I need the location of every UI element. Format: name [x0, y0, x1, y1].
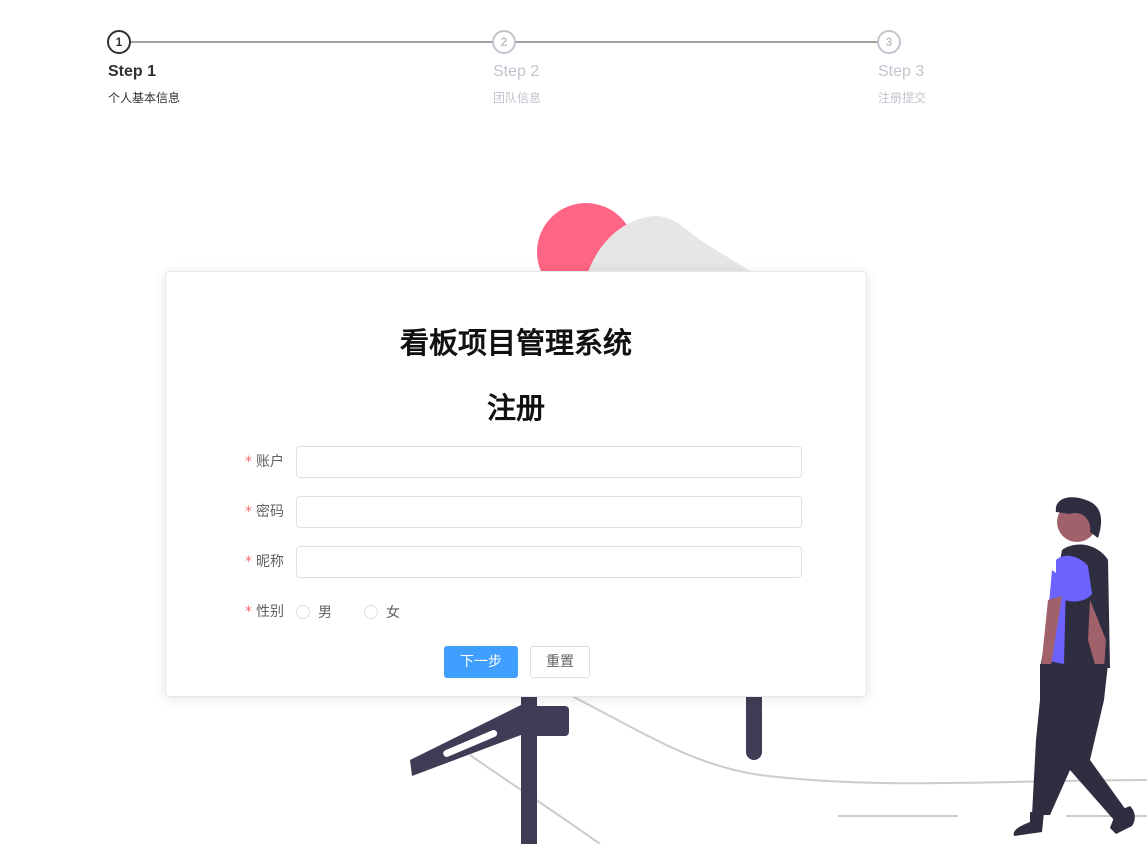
- password-label-text: 密码: [256, 504, 284, 520]
- ground-path-2: [469, 754, 601, 844]
- sign-arm-right: [520, 706, 569, 736]
- sign-pole: [521, 680, 537, 844]
- step-3-title: Step 3: [878, 63, 925, 80]
- account-label: * 账户: [245, 446, 284, 478]
- password-row: * 密码: [166, 496, 868, 528]
- nickname-input[interactable]: [296, 546, 802, 578]
- gender-label-text: 性别: [256, 604, 284, 620]
- account-input[interactable]: [296, 446, 802, 478]
- gender-female-label[interactable]: 女: [386, 602, 400, 622]
- nickname-row: * 昵称: [166, 546, 868, 578]
- step-1-number: 1: [107, 30, 131, 54]
- step-1-description: 个人基本信息: [108, 91, 181, 105]
- nickname-label: * 昵称: [245, 546, 284, 578]
- registration-steps: 1 Step 1 个人基本信息 2 Step 2 团队信息 3 Step 3 注…: [0, 0, 1147, 120]
- account-row: * 账户: [166, 446, 868, 478]
- gender-radio-male[interactable]: 男: [296, 596, 332, 628]
- password-label: * 密码: [245, 496, 284, 528]
- radio-circle-icon[interactable]: [296, 605, 310, 619]
- required-mark: *: [245, 554, 252, 570]
- sign-arm-left: [410, 704, 529, 776]
- gender-label: * 性别: [245, 596, 284, 628]
- walking-person: [1013, 497, 1135, 836]
- ground-path: [559, 689, 1147, 785]
- step-2-title: Step 2: [493, 63, 540, 80]
- password-input[interactable]: [296, 496, 802, 528]
- reset-button[interactable]: 重置: [530, 646, 590, 678]
- mountain-shape: [588, 216, 752, 272]
- register-card: 看板项目管理系统 注册 * 账户 * 密码 * 昵称 * 性别 男 女 下一步 重置: [165, 271, 867, 697]
- step-2-description: 团队信息: [493, 91, 542, 105]
- gender-row: * 性别 男 女: [166, 596, 868, 628]
- step-1-title: Step 1: [108, 63, 157, 80]
- required-mark: *: [245, 604, 252, 620]
- page-heading: 注册: [486, 391, 545, 425]
- step-connector-1: [130, 41, 492, 43]
- step-3-description: 注册提交: [878, 91, 927, 105]
- nickname-label-text: 昵称: [256, 554, 284, 570]
- account-label-text: 账户: [256, 454, 284, 470]
- next-step-button[interactable]: 下一步: [444, 646, 518, 678]
- required-mark: *: [245, 504, 252, 520]
- gender-radio-female[interactable]: 女: [364, 596, 400, 628]
- required-mark: *: [245, 454, 252, 470]
- radio-circle-icon[interactable]: [364, 605, 378, 619]
- step-connector-2: [516, 41, 878, 43]
- step-2-number: 2: [492, 30, 516, 54]
- app-title: 看板项目管理系统: [399, 326, 632, 360]
- gender-male-label[interactable]: 男: [318, 602, 332, 622]
- step-3-number: 3: [877, 30, 901, 54]
